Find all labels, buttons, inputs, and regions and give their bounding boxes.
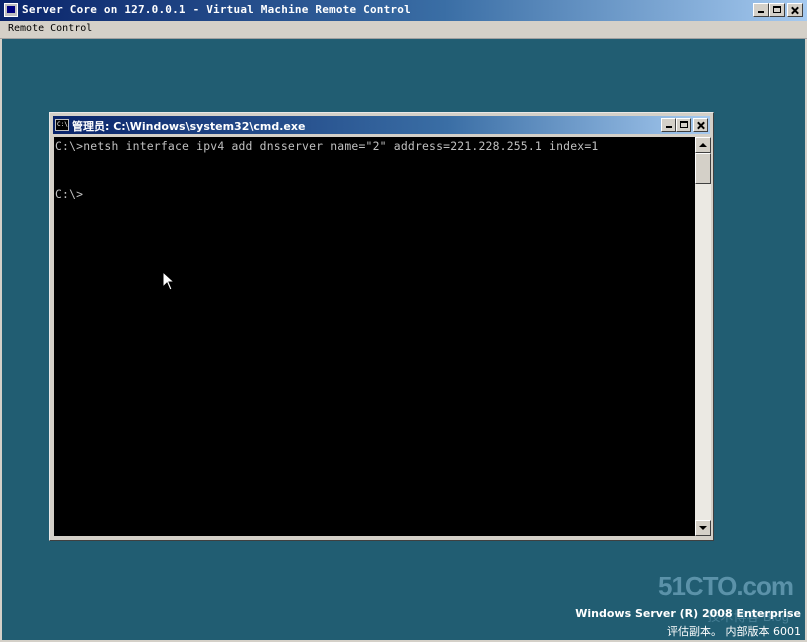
- edition-name: Windows Server (R) 2008 Enterprise: [575, 607, 801, 620]
- menu-remote-control[interactable]: Remote Control: [8, 23, 92, 34]
- vm-window-titlebar[interactable]: Server Core on 127.0.0.1 - Virtual Machi…: [0, 0, 807, 21]
- minimize-button[interactable]: [753, 3, 769, 17]
- edition-info: Windows Server (R) 2008 Enterprise 评估副本。…: [575, 607, 801, 639]
- cmd-minimize-button[interactable]: [661, 118, 676, 132]
- vertical-scrollbar[interactable]: [695, 137, 711, 536]
- cmd-maximize-button[interactable]: [676, 118, 691, 132]
- console-icon[interactable]: [55, 119, 69, 131]
- edition-build: 评估副本。 内部版本 6001: [667, 625, 801, 638]
- scroll-up-button[interactable]: [695, 137, 711, 153]
- vm-window-controls: [753, 3, 803, 17]
- cmd-window-controls: [661, 118, 708, 132]
- menu-bar: Remote Control: [0, 21, 807, 39]
- cmd-close-button[interactable]: [693, 118, 708, 132]
- console-prompt[interactable]: C:\>: [55, 187, 83, 201]
- watermark-logo: 51CTO.com: [657, 571, 794, 601]
- cmd-window[interactable]: 管理员: C:\Windows\system32\cmd.exe C:\>net…: [49, 112, 714, 541]
- scroll-down-button[interactable]: [695, 520, 711, 536]
- close-button[interactable]: [787, 3, 803, 17]
- watermark: 51CTO.com: [657, 571, 794, 602]
- cmd-window-title: 管理员: C:\Windows\system32\cmd.exe: [72, 120, 306, 133]
- console-line: C:\>netsh interface ipv4 add dnsserver n…: [55, 139, 599, 153]
- console-output[interactable]: C:\>netsh interface ipv4 add dnsserver n…: [54, 137, 695, 536]
- scroll-thumb[interactable]: [695, 153, 711, 184]
- vm-window-title: Server Core on 127.0.0.1 - Virtual Machi…: [22, 3, 411, 16]
- maximize-button[interactable]: [769, 3, 785, 17]
- cmd-window-titlebar[interactable]: 管理员: C:\Windows\system32\cmd.exe: [53, 116, 710, 134]
- mouse-pointer-icon: [162, 271, 176, 291]
- vm-window-icon[interactable]: [4, 3, 18, 17]
- remote-desktop[interactable]: 管理员: C:\Windows\system32\cmd.exe C:\>net…: [2, 39, 805, 640]
